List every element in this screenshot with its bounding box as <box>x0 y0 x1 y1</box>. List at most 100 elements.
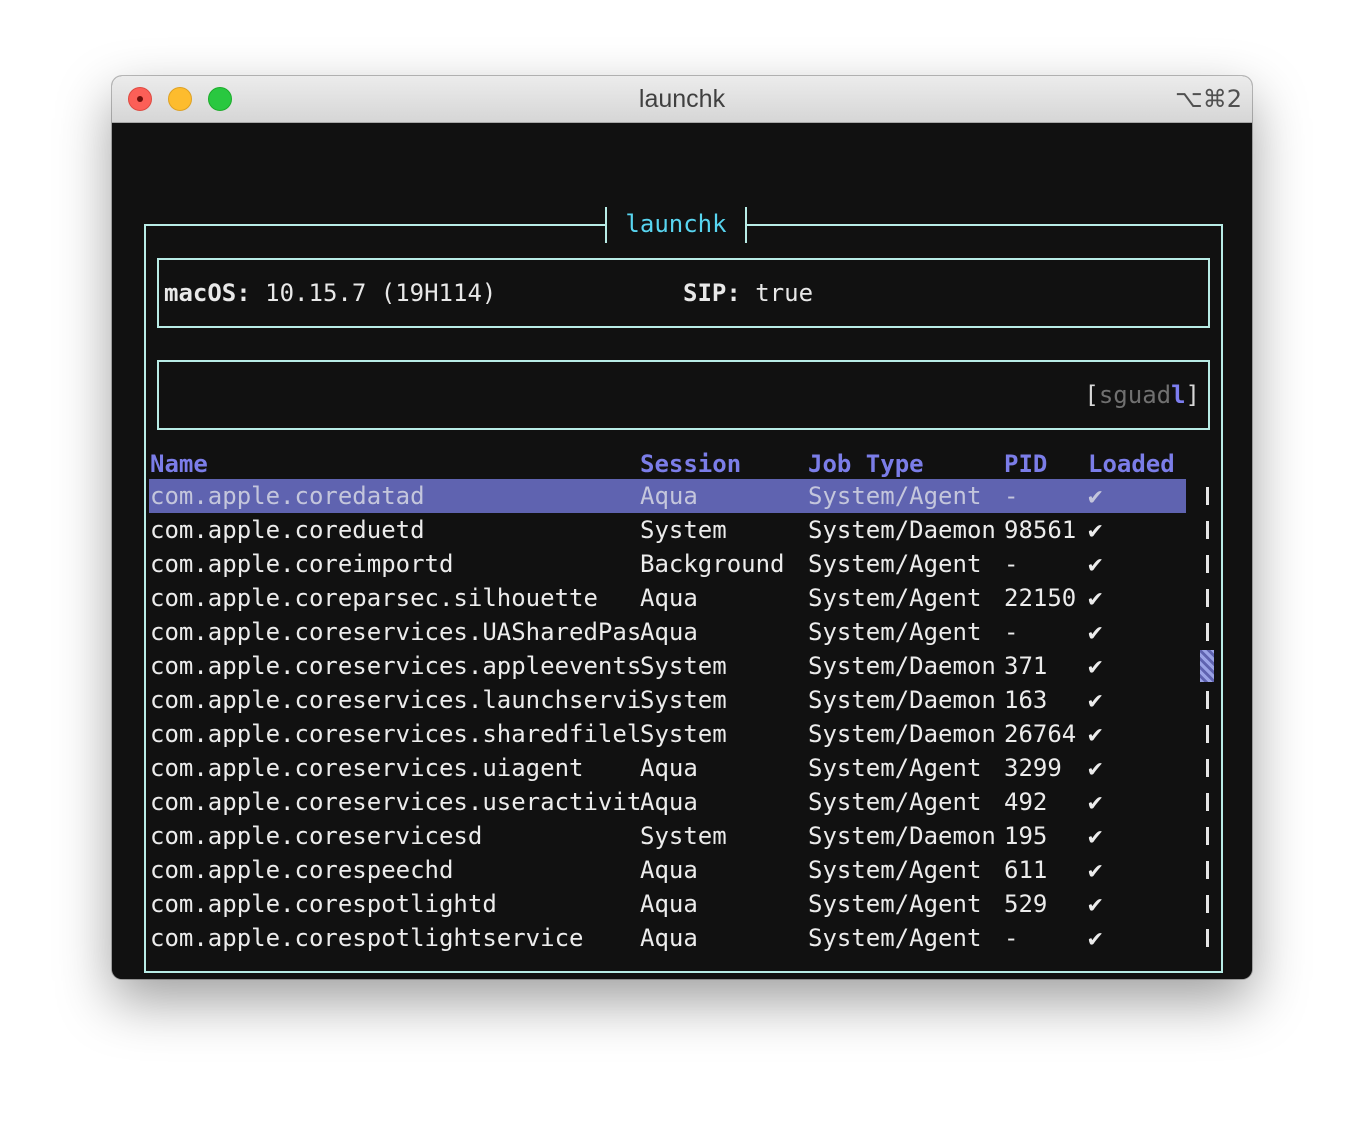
scrollbar-track-segment[interactable] <box>1206 929 1209 947</box>
table-row[interactable]: com.apple.coreservices.useractivit Aqua Sy… <box>149 785 1186 819</box>
cell-name: com.apple.coreimportd <box>150 550 454 578</box>
table-row[interactable]: com.apple.coreservices.launchservi System… <box>149 683 1186 717</box>
cell-name: com.apple.coreservices.sharedfilel <box>150 720 642 748</box>
column-header-session[interactable]: Session <box>640 450 741 478</box>
scrollbar-track-segment[interactable] <box>1206 589 1209 607</box>
cell-loaded: ✔ <box>1088 720 1103 748</box>
table-row[interactable]: com.apple.coredatad Aqua System/Agent - ✔ <box>149 479 1186 513</box>
sip-label: SIP: <box>683 279 741 307</box>
cell-session: Aqua <box>640 856 698 884</box>
table-row[interactable]: com.apple.corespotlightd Aqua System/Agent… <box>149 887 1186 921</box>
cell-loaded: ✔ <box>1088 618 1103 646</box>
filter-panel[interactable] <box>157 360 1210 430</box>
filter-active-flag: l <box>1171 381 1186 409</box>
cell-pid: 529 <box>1004 890 1048 918</box>
table-row[interactable]: com.apple.coreimportd Background System/Ag… <box>149 547 1186 581</box>
cell-loaded: ✔ <box>1088 550 1103 578</box>
cell-loaded: ✔ <box>1088 686 1103 714</box>
column-header-pid[interactable]: PID <box>1004 450 1047 478</box>
scrollbar-track-segment[interactable] <box>1206 861 1209 879</box>
cell-job-type: System/Daemon <box>808 516 996 544</box>
table-row[interactable]: com.apple.coreservices.UASharedPas Aqua Sy… <box>149 615 1186 649</box>
cell-job-type: System/Agent <box>808 856 982 884</box>
table-row[interactable]: com.apple.coreservices.appleevents System… <box>149 649 1186 683</box>
scrollbar-track-segment[interactable] <box>1206 895 1209 913</box>
cell-name: com.apple.coredatad <box>150 482 425 510</box>
cell-job-type: System/Agent <box>808 550 982 578</box>
macos-label: macOS: <box>164 279 251 307</box>
cell-name: com.apple.coreservicesd <box>150 822 483 850</box>
cell-job-type: System/Agent <box>808 482 982 510</box>
scrollbar-track-segment[interactable] <box>1206 793 1209 811</box>
macos-version: macOS: 10.15.7 (19H114) <box>164 279 496 307</box>
table-row[interactable]: com.apple.corespotlightservice Aqua System… <box>149 921 1186 955</box>
cell-loaded: ✔ <box>1088 652 1103 680</box>
cell-pid: 26764 <box>1004 720 1077 748</box>
cell-pid: 98561 <box>1004 516 1077 544</box>
cell-job-type: System/Daemon <box>808 652 996 680</box>
filter-indicator[interactable]: [sguadl] <box>1084 381 1200 409</box>
cell-name: com.apple.coreservices.appleevents <box>150 652 642 680</box>
filter-open-bracket: [ <box>1084 381 1099 409</box>
cell-loaded: ✔ <box>1088 754 1103 782</box>
cell-session: Background <box>640 550 785 578</box>
cell-job-type: System/Agent <box>808 618 982 646</box>
column-header-name[interactable]: Name <box>150 450 208 478</box>
cell-pid: - <box>1004 550 1019 578</box>
cell-session: Aqua <box>640 924 698 952</box>
table-row[interactable]: com.apple.coreservices.sharedfilel System… <box>149 717 1186 751</box>
cell-session: Aqua <box>640 788 698 816</box>
column-header-job-type[interactable]: Job Type <box>808 450 924 478</box>
terminal-window: launchk ⌥⌘2 launchk macOS: 10.15.7 (19H1… <box>112 76 1252 979</box>
cell-pid: 611 <box>1004 856 1048 884</box>
cell-pid: 3299 <box>1004 754 1062 782</box>
window-shortcut: ⌥⌘2 <box>1175 85 1242 113</box>
cell-name: com.apple.coreservices.uiagent <box>150 754 584 782</box>
title-bar[interactable]: launchk ⌥⌘2 <box>112 76 1252 123</box>
cell-pid: - <box>1004 482 1019 510</box>
cell-pid: 371 <box>1004 652 1048 680</box>
filter-inactive-flags: sguad <box>1098 381 1172 409</box>
cell-pid: - <box>1004 924 1019 952</box>
table-row[interactable]: com.apple.coreduetd System System/Daemon 98… <box>149 513 1186 547</box>
cell-loaded: ✔ <box>1088 482 1103 510</box>
cell-session: Aqua <box>640 890 698 918</box>
cell-session: Aqua <box>640 618 698 646</box>
cell-session: System <box>640 516 727 544</box>
cell-loaded: ✔ <box>1088 822 1103 850</box>
scrollbar-track-segment[interactable] <box>1206 759 1209 777</box>
cell-job-type: System/Agent <box>808 584 982 612</box>
table-row[interactable]: com.apple.coreservices.uiagent Aqua System… <box>149 751 1186 785</box>
cell-name: com.apple.coreservices.useractivit <box>150 788 642 816</box>
cell-pid: 163 <box>1004 686 1048 714</box>
table-row[interactable]: com.apple.coreparsec.silhouette Aqua Syste… <box>149 581 1186 615</box>
scrollbar-thumb[interactable] <box>1200 650 1214 682</box>
scrollbar-track-segment[interactable] <box>1206 487 1209 505</box>
cell-pid: 22150 <box>1004 584 1077 612</box>
cell-name: com.apple.coreduetd <box>150 516 425 544</box>
cell-session: System <box>640 652 727 680</box>
cell-name: com.apple.corespotlightd <box>150 890 497 918</box>
scrollbar-track-segment[interactable] <box>1206 521 1209 539</box>
column-header-loaded[interactable]: Loaded <box>1088 450 1175 478</box>
scrollbar-track-segment[interactable] <box>1206 623 1209 641</box>
cell-name: com.apple.corespotlightservice <box>150 924 584 952</box>
cell-session: System <box>640 822 727 850</box>
cell-job-type: System/Agent <box>808 788 982 816</box>
frame-title: launchk <box>605 207 747 243</box>
macos-value: 10.15.7 (19H114) <box>265 279 497 307</box>
scrollbar-track-segment[interactable] <box>1206 725 1209 743</box>
cell-loaded: ✔ <box>1088 584 1103 612</box>
table-row[interactable]: com.apple.corespeechd Aqua System/Agent 611… <box>149 853 1186 887</box>
terminal-content[interactable]: launchk macOS: 10.15.7 (19H114) SIP: tru… <box>112 123 1252 979</box>
cell-job-type: System/Agent <box>808 754 982 782</box>
scrollbar-track-segment[interactable] <box>1206 691 1209 709</box>
cell-loaded: ✔ <box>1088 856 1103 884</box>
cell-loaded: ✔ <box>1088 516 1103 544</box>
cell-job-type: System/Daemon <box>808 686 996 714</box>
cell-job-type: System/Daemon <box>808 822 996 850</box>
table-row[interactable]: com.apple.coreservicesd System System/Daem… <box>149 819 1186 853</box>
cell-session: Aqua <box>640 754 698 782</box>
scrollbar-track-segment[interactable] <box>1206 555 1209 573</box>
scrollbar-track-segment[interactable] <box>1206 827 1209 845</box>
